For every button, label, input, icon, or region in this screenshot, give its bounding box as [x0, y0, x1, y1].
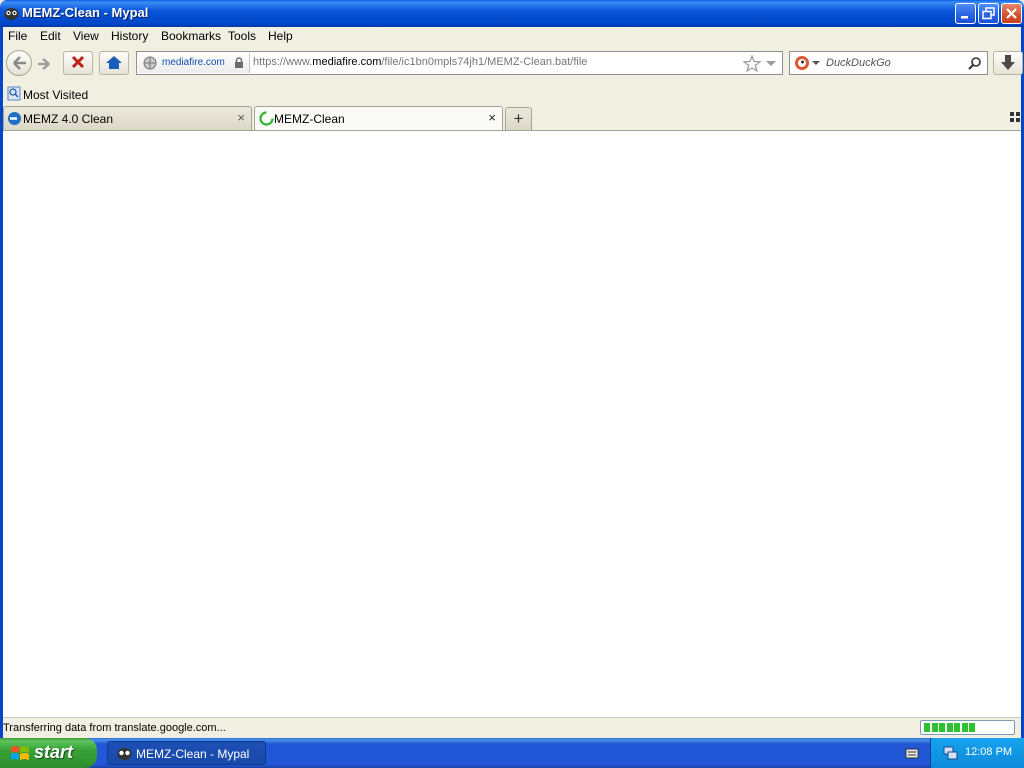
duckduckgo-icon[interactable]: [794, 55, 810, 71]
keyboard-icon[interactable]: [905, 746, 919, 759]
forward-arrow-icon[interactable]: [35, 55, 55, 73]
bookmarks-toolbar: Most Visited: [3, 84, 1021, 104]
search-bar[interactable]: DuckDuckGo: [789, 51, 988, 75]
minimize-button[interactable]: [955, 3, 976, 24]
tab-memz-clean[interactable]: MEMZ-Clean ×: [254, 106, 503, 130]
folder-search-icon: [7, 86, 21, 101]
lock-icon: [235, 57, 243, 68]
progress-segment: [924, 723, 930, 732]
back-button[interactable]: [6, 50, 32, 76]
restore-button[interactable]: [978, 3, 999, 24]
menu-file[interactable]: File: [8, 29, 27, 43]
title-bar[interactable]: MEMZ-Clean - Mypal: [0, 0, 1024, 27]
globe-icon: [143, 56, 157, 70]
mypal-app-icon: [4, 8, 19, 20]
start-label: start: [34, 742, 74, 762]
loading-spinner-icon: [259, 111, 274, 126]
stop-icon: [71, 55, 85, 69]
mypal-app-icon: [117, 748, 132, 760]
tab-close-icon[interactable]: ×: [488, 110, 496, 125]
menu-edit[interactable]: Edit: [40, 29, 61, 43]
window-title: MEMZ-Clean - Mypal: [22, 5, 149, 20]
menu-history[interactable]: History: [111, 29, 148, 43]
menu-bar: File Edit View History Bookmarks Tools H…: [3, 27, 1021, 46]
progress-segment: [954, 723, 960, 732]
taskbar-item-label: MEMZ-Clean - Mypal: [136, 747, 250, 761]
tab-label: MEMZ-Clean: [274, 112, 345, 126]
tab-strip: MEMZ 4.0 Clean × MEMZ-Clean × +: [3, 106, 1021, 130]
back-arrow-icon: [13, 56, 26, 70]
menu-view[interactable]: View: [73, 29, 99, 43]
taskbar: start MEMZ-Clean - Mypal 12:08 PM: [0, 738, 1024, 768]
bookmark-star-icon[interactable]: [743, 55, 761, 72]
system-tray: 12:08 PM: [930, 738, 1024, 768]
search-placeholder: DuckDuckGo: [826, 57, 891, 69]
network-icon[interactable]: [943, 745, 958, 760]
site-identity-button[interactable]: mediafire.com: [138, 53, 250, 73]
progress-segment: [931, 723, 938, 732]
progress-segment: [969, 723, 975, 732]
minimize-icon: [961, 16, 968, 19]
progress-segment: [939, 723, 945, 732]
bookmark-most-visited[interactable]: Most Visited: [3, 84, 93, 104]
clock[interactable]: 12:08 PM: [965, 746, 1012, 758]
close-icon: [1006, 8, 1017, 19]
restore-icon: [982, 7, 995, 20]
search-icon[interactable]: [968, 56, 982, 70]
url-dropdown-icon[interactable]: [765, 60, 777, 68]
tab-groups-icon[interactable]: [1010, 112, 1020, 122]
status-text: Transferring data from translate.google.…: [3, 722, 226, 734]
taskbar-mypal-window[interactable]: MEMZ-Clean - Mypal: [107, 741, 266, 765]
bookmark-label: Most Visited: [23, 88, 89, 102]
new-tab-button[interactable]: +: [505, 107, 532, 130]
tab-close-icon[interactable]: ×: [237, 110, 245, 125]
downloads-button[interactable]: [993, 51, 1023, 75]
site-identity-label: mediafire.com: [162, 57, 225, 68]
progress-segment: [961, 723, 968, 732]
home-icon: [106, 56, 122, 69]
page-content[interactable]: [3, 130, 1021, 719]
address-bar[interactable]: mediafire.com https://www.mediafire.com/…: [136, 51, 783, 75]
navigation-toolbar: mediafire.com https://www.mediafire.com/…: [3, 47, 1023, 79]
menu-help[interactable]: Help: [268, 29, 293, 43]
progress-segment: [946, 723, 953, 732]
mediafire-favicon-icon: [8, 112, 21, 125]
engine-dropdown-icon[interactable]: [812, 61, 820, 67]
browser-window: File Edit View History Bookmarks Tools H…: [0, 27, 1024, 739]
close-window-button[interactable]: [1001, 3, 1022, 24]
url-prefix: https://www.: [253, 56, 313, 68]
menu-bookmarks[interactable]: Bookmarks: [161, 29, 221, 43]
url-path: /file/ic1bn0mpls74jh1/MEMZ-Clean.bat/fil…: [381, 56, 588, 68]
stop-button[interactable]: [63, 51, 93, 75]
url-domain: mediafire.com: [312, 56, 382, 68]
menu-tools[interactable]: Tools: [228, 29, 256, 43]
start-button[interactable]: start: [0, 738, 97, 768]
url-text: https://www.mediafire.com/file/ic1bn0mpl…: [253, 56, 587, 68]
home-button[interactable]: [99, 51, 129, 75]
loading-progress-bar: [920, 720, 1015, 735]
tab-label: MEMZ 4.0 Clean: [23, 112, 114, 126]
status-bar: Transferring data from translate.google.…: [3, 717, 1021, 739]
download-arrow-icon: [1001, 55, 1015, 70]
windows-logo-icon: [11, 746, 29, 760]
tab-memz-4-clean[interactable]: MEMZ 4.0 Clean ×: [3, 106, 252, 130]
